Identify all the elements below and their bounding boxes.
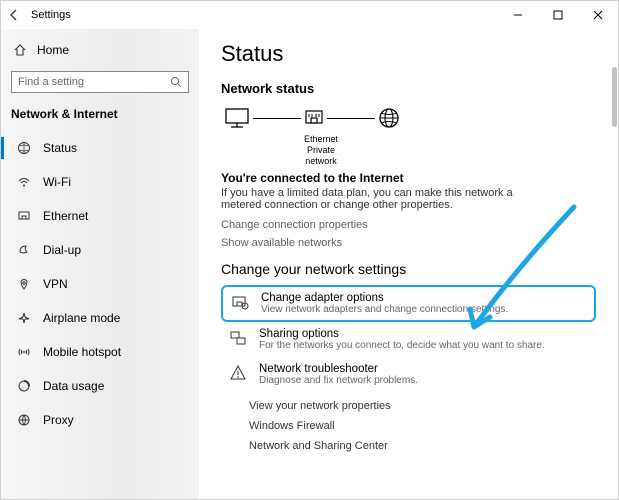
ethernet-node: [303, 108, 325, 128]
titlebar: Settings: [1, 1, 618, 29]
change-settings-heading: Change your network settings: [221, 261, 596, 277]
vpn-icon: [17, 277, 33, 291]
sidebar-item-wifi[interactable]: Wi-Fi: [11, 167, 189, 197]
dialup-icon: [17, 243, 33, 257]
windows-firewall-link[interactable]: Windows Firewall: [249, 420, 596, 432]
sidebar-item-label: Proxy: [43, 413, 74, 427]
proxy-icon: [17, 413, 33, 427]
window-title: Settings: [31, 9, 71, 21]
globe-icon: [377, 106, 401, 130]
sidebar-item-label: Data usage: [43, 379, 104, 393]
airplane-icon: [17, 311, 33, 325]
sharing-options[interactable]: Sharing options For the networks you con…: [221, 322, 596, 357]
network-sharing-center-link[interactable]: Network and Sharing Center: [249, 440, 596, 452]
option-title: Sharing options: [259, 328, 545, 340]
category-heading: Network & Internet: [11, 107, 189, 121]
connected-heading: You're connected to the Internet: [221, 171, 596, 185]
pc-icon: [223, 107, 251, 129]
sidebar-item-label: Airplane mode: [43, 311, 120, 325]
wifi-icon: [17, 175, 33, 189]
settings-window: Settings Home Find a setting Network & I…: [0, 0, 619, 500]
body: Home Find a setting Network & Internet S…: [1, 29, 618, 499]
scrollbar[interactable]: [612, 67, 617, 127]
sidebar-item-label: Dial-up: [43, 243, 81, 257]
option-sub: For the networks you connect to, decide …: [259, 340, 545, 351]
status-icon: [17, 141, 33, 155]
connected-body: If you have a limited data plan, you can…: [221, 187, 541, 211]
troubleshooter-icon: [229, 363, 249, 382]
maximize-button[interactable]: [538, 1, 578, 29]
ethernet-icon: [17, 209, 33, 223]
sidebar-item-status[interactable]: Status: [11, 133, 189, 163]
content-pane[interactable]: Status Network status Ethernet Private n…: [199, 29, 618, 499]
data-usage-icon: [17, 379, 33, 393]
option-sub: View network adapters and change connect…: [261, 304, 508, 315]
sidebar-item-hotspot[interactable]: Mobile hotspot: [11, 337, 189, 367]
adapter-icon: [231, 292, 251, 311]
network-status-heading: Network status: [221, 81, 596, 96]
search-input[interactable]: Find a setting: [11, 71, 189, 93]
search-placeholder: Find a setting: [18, 76, 84, 88]
sidebar-item-label: Wi-Fi: [43, 175, 71, 189]
search-icon: [170, 76, 182, 88]
home-icon: [13, 43, 27, 57]
sidebar: Home Find a setting Network & Internet S…: [1, 29, 199, 499]
sidebar-item-label: Status: [43, 141, 77, 155]
sidebar-item-label: VPN: [43, 277, 68, 291]
view-network-properties-link[interactable]: View your network properties: [249, 400, 596, 412]
diagram-caption: Ethernet Private network: [291, 134, 351, 167]
sidebar-item-airplane[interactable]: Airplane mode: [11, 303, 189, 333]
option-title: Network troubleshooter: [259, 363, 418, 375]
show-available-networks-link[interactable]: Show available networks: [221, 237, 596, 249]
change-adapter-options[interactable]: Change adapter options View network adap…: [221, 285, 596, 322]
sidebar-item-dialup[interactable]: Dial-up: [11, 235, 189, 265]
sidebar-item-proxy[interactable]: Proxy: [11, 405, 189, 435]
minimize-button[interactable]: [498, 1, 538, 29]
option-title: Change adapter options: [261, 292, 508, 304]
sidebar-item-vpn[interactable]: VPN: [11, 269, 189, 299]
close-button[interactable]: [578, 1, 618, 29]
sidebar-item-label: Mobile hotspot: [43, 345, 121, 359]
change-connection-properties-link[interactable]: Change connection properties: [221, 219, 596, 231]
page-title: Status: [221, 41, 596, 67]
option-sub: Diagnose and fix network problems.: [259, 375, 418, 386]
sharing-icon: [229, 328, 249, 347]
back-icon[interactable]: [7, 8, 21, 22]
sidebar-item-label: Ethernet: [43, 209, 88, 223]
sidebar-item-ethernet[interactable]: Ethernet: [11, 201, 189, 231]
hotspot-icon: [17, 345, 33, 359]
sidebar-item-datausage[interactable]: Data usage: [11, 371, 189, 401]
network-troubleshooter[interactable]: Network troubleshooter Diagnose and fix …: [221, 357, 596, 392]
network-diagram: [223, 106, 596, 130]
home-button[interactable]: Home: [11, 37, 189, 63]
home-label: Home: [37, 43, 69, 57]
